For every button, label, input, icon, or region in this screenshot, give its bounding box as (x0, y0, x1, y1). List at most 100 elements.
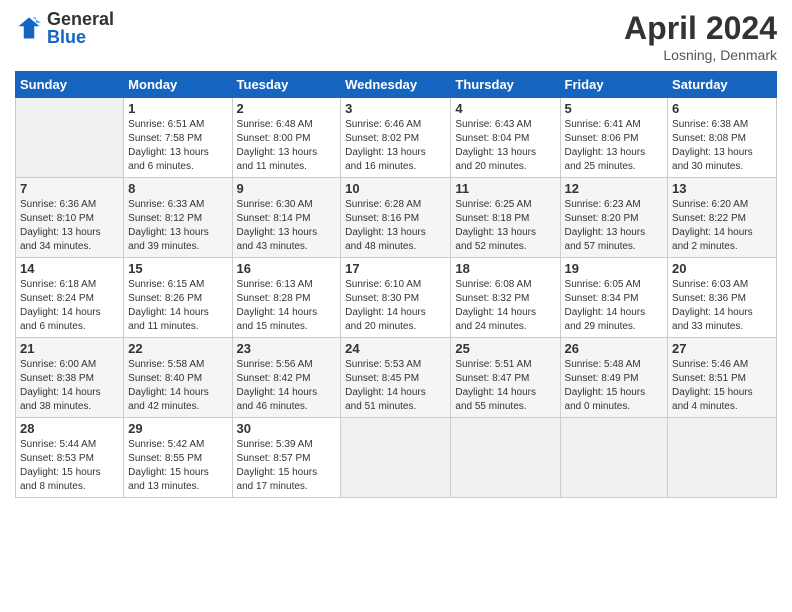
day-number: 11 (455, 181, 555, 196)
day-number: 3 (345, 101, 446, 116)
day-number: 20 (672, 261, 772, 276)
calendar-cell: 11Sunrise: 6:25 AMSunset: 8:18 PMDayligh… (451, 178, 560, 258)
calendar-cell: 8 Sunrise: 6:33 AMSunset: 8:12 PMDaylight… (124, 178, 232, 258)
day-info: Sunrise: 5:51 AMSunset: 8:47 PMDaylight:… (455, 358, 555, 414)
day-info: Sunrise: 6:38 AMSunset: 8:08 PMDaylight:… (672, 118, 772, 174)
day-info: Sunrise: 5:46 AMSunset: 8:51 PMDaylight:… (672, 358, 772, 414)
calendar-cell: 29 Sunrise: 5:42 AMSunset: 8:55 PMDayligh… (124, 418, 232, 498)
day-number: 25 (455, 341, 555, 356)
day-info: Sunrise: 6:18 AMSunset: 8:24 PMDaylight:… (20, 278, 119, 334)
day-info: Sunrise: 5:44 AMSunset: 8:53 PMDaylight:… (20, 438, 119, 494)
weekday-header: Thursday (451, 72, 560, 98)
location: Losning, Denmark (624, 47, 777, 63)
calendar-cell: 22 Sunrise: 5:58 AMSunset: 8:40 PMDayligh… (124, 338, 232, 418)
calendar-header: SundayMondayTuesdayWednesdayThursdayFrid… (16, 72, 777, 98)
calendar-cell: 21 Sunrise: 6:00 AMSunset: 8:38 PMDayligh… (16, 338, 124, 418)
header: General Blue April 2024 Losning, Denmark (15, 10, 777, 63)
day-info: Sunrise: 5:58 AMSunset: 8:40 PMDaylight:… (128, 358, 227, 414)
page: General Blue April 2024 Losning, Denmark… (0, 0, 792, 612)
day-number: 26 (565, 341, 664, 356)
calendar-cell: 23 Sunrise: 5:56 AMSunset: 8:42 PMDayligh… (232, 338, 341, 418)
calendar-cell: 24Sunrise: 5:53 AMSunset: 8:45 PMDayligh… (341, 338, 451, 418)
calendar-cell: 12 Sunrise: 6:23 AMSunset: 8:20 PMDayligh… (560, 178, 668, 258)
calendar-cell: 3 Sunrise: 6:46 AMSunset: 8:02 PMDaylight… (341, 98, 451, 178)
day-number: 22 (128, 341, 227, 356)
day-info: Sunrise: 5:39 AMSunset: 8:57 PMDaylight:… (237, 438, 337, 494)
day-number: 29 (128, 421, 227, 436)
calendar: SundayMondayTuesdayWednesdayThursdayFrid… (15, 71, 777, 498)
calendar-cell: 14 Sunrise: 6:18 AMSunset: 8:24 PMDayligh… (16, 258, 124, 338)
calendar-cell: 7 Sunrise: 6:36 AMSunset: 8:10 PMDaylight… (16, 178, 124, 258)
weekday-header: Friday (560, 72, 668, 98)
calendar-cell: 6 Sunrise: 6:38 AMSunset: 8:08 PMDaylight… (668, 98, 777, 178)
day-number: 28 (20, 421, 119, 436)
weekday-header: Tuesday (232, 72, 341, 98)
day-number: 8 (128, 181, 227, 196)
day-info: Sunrise: 6:41 AMSunset: 8:06 PMDaylight:… (565, 118, 664, 174)
day-number: 12 (565, 181, 664, 196)
day-info: Sunrise: 5:53 AMSunset: 8:45 PMDaylight:… (345, 358, 446, 414)
calendar-cell: 13 Sunrise: 6:20 AMSunset: 8:22 PMDayligh… (668, 178, 777, 258)
day-info: Sunrise: 5:42 AMSunset: 8:55 PMDaylight:… (128, 438, 227, 494)
day-number: 15 (128, 261, 227, 276)
weekday-header: Wednesday (341, 72, 451, 98)
day-info: Sunrise: 6:33 AMSunset: 8:12 PMDaylight:… (128, 198, 227, 254)
day-number: 7 (20, 181, 119, 196)
weekday-header: Sunday (16, 72, 124, 98)
day-number: 2 (237, 101, 337, 116)
day-info: Sunrise: 6:48 AMSunset: 8:00 PMDaylight:… (237, 118, 337, 174)
day-info: Sunrise: 5:56 AMSunset: 8:42 PMDaylight:… (237, 358, 337, 414)
calendar-cell: 28 Sunrise: 5:44 AMSunset: 8:53 PMDayligh… (16, 418, 124, 498)
calendar-cell: 26Sunrise: 5:48 AMSunset: 8:49 PMDayligh… (560, 338, 668, 418)
month-title: April 2024 (624, 10, 777, 47)
day-info: Sunrise: 6:20 AMSunset: 8:22 PMDaylight:… (672, 198, 772, 254)
day-info: Sunrise: 6:03 AMSunset: 8:36 PMDaylight:… (672, 278, 772, 334)
day-number: 23 (237, 341, 337, 356)
day-info: Sunrise: 6:08 AMSunset: 8:32 PMDaylight:… (455, 278, 555, 334)
weekday-header: Saturday (668, 72, 777, 98)
calendar-cell: 25 Sunrise: 5:51 AMSunset: 8:47 PMDayligh… (451, 338, 560, 418)
calendar-cell: 16Sunrise: 6:13 AMSunset: 8:28 PMDayligh… (232, 258, 341, 338)
calendar-week-row: 1 Sunrise: 6:51 AMSunset: 7:58 PMDaylight… (16, 98, 777, 178)
calendar-cell (451, 418, 560, 498)
day-number: 19 (565, 261, 664, 276)
day-info: Sunrise: 6:13 AMSunset: 8:28 PMDaylight:… (237, 278, 337, 334)
day-number: 13 (672, 181, 772, 196)
calendar-cell: 30Sunrise: 5:39 AMSunset: 8:57 PMDayligh… (232, 418, 341, 498)
day-info: Sunrise: 6:30 AMSunset: 8:14 PMDaylight:… (237, 198, 337, 254)
day-info: Sunrise: 6:43 AMSunset: 8:04 PMDaylight:… (455, 118, 555, 174)
day-number: 17 (345, 261, 446, 276)
calendar-cell: 18 Sunrise: 6:08 AMSunset: 8:32 PMDayligh… (451, 258, 560, 338)
day-info: Sunrise: 6:46 AMSunset: 8:02 PMDaylight:… (345, 118, 446, 174)
calendar-cell: 1 Sunrise: 6:51 AMSunset: 7:58 PMDaylight… (124, 98, 232, 178)
day-number: 9 (237, 181, 337, 196)
day-info: Sunrise: 6:23 AMSunset: 8:20 PMDaylight:… (565, 198, 664, 254)
calendar-cell: 10Sunrise: 6:28 AMSunset: 8:16 PMDayligh… (341, 178, 451, 258)
calendar-cell: 27 Sunrise: 5:46 AMSunset: 8:51 PMDayligh… (668, 338, 777, 418)
calendar-cell (668, 418, 777, 498)
logo: General Blue (15, 10, 114, 46)
calendar-cell (16, 98, 124, 178)
calendar-week-row: 7 Sunrise: 6:36 AMSunset: 8:10 PMDaylight… (16, 178, 777, 258)
day-number: 6 (672, 101, 772, 116)
day-info: Sunrise: 6:00 AMSunset: 8:38 PMDaylight:… (20, 358, 119, 414)
day-info: Sunrise: 6:51 AMSunset: 7:58 PMDaylight:… (128, 118, 227, 174)
calendar-cell: 15Sunrise: 6:15 AMSunset: 8:26 PMDayligh… (124, 258, 232, 338)
day-number: 27 (672, 341, 772, 356)
day-number: 21 (20, 341, 119, 356)
calendar-cell (560, 418, 668, 498)
day-info: Sunrise: 6:05 AMSunset: 8:34 PMDaylight:… (565, 278, 664, 334)
calendar-week-row: 21 Sunrise: 6:00 AMSunset: 8:38 PMDayligh… (16, 338, 777, 418)
calendar-cell: 5 Sunrise: 6:41 AMSunset: 8:06 PMDaylight… (560, 98, 668, 178)
day-info: Sunrise: 6:10 AMSunset: 8:30 PMDaylight:… (345, 278, 446, 334)
day-number: 5 (565, 101, 664, 116)
day-number: 1 (128, 101, 227, 116)
day-number: 18 (455, 261, 555, 276)
calendar-cell: 4Sunrise: 6:43 AMSunset: 8:04 PMDaylight… (451, 98, 560, 178)
calendar-week-row: 28 Sunrise: 5:44 AMSunset: 8:53 PMDayligh… (16, 418, 777, 498)
day-info: Sunrise: 6:36 AMSunset: 8:10 PMDaylight:… (20, 198, 119, 254)
day-number: 14 (20, 261, 119, 276)
weekday-header: Monday (124, 72, 232, 98)
calendar-cell: 2 Sunrise: 6:48 AMSunset: 8:00 PMDaylight… (232, 98, 341, 178)
calendar-week-row: 14 Sunrise: 6:18 AMSunset: 8:24 PMDayligh… (16, 258, 777, 338)
